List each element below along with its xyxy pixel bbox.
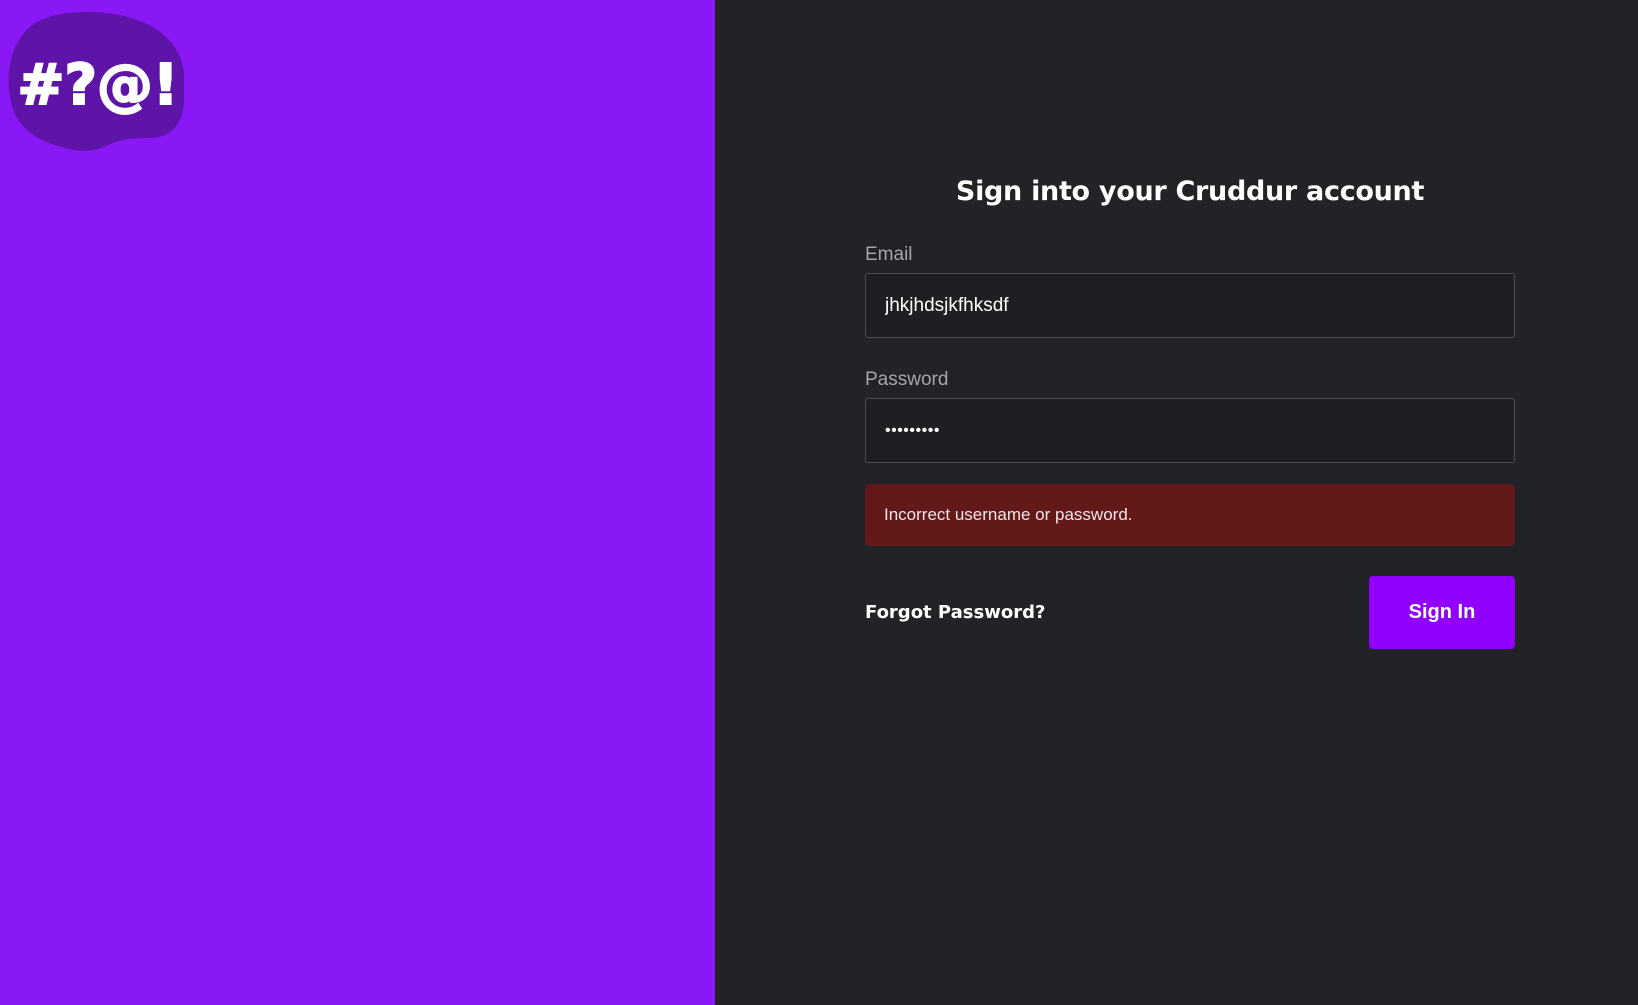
form-actions: Forgot Password? Sign In xyxy=(865,576,1515,649)
forgot-password-link[interactable]: Forgot Password? xyxy=(865,602,1045,623)
password-label: Password xyxy=(865,369,949,390)
signin-button[interactable]: Sign In xyxy=(1369,576,1515,649)
cruddur-logo: #?@! xyxy=(8,10,184,158)
logo-text: #?@! xyxy=(18,53,179,118)
brand-panel: #?@! xyxy=(0,0,715,1005)
error-alert: Incorrect username or password. xyxy=(865,484,1515,546)
signin-title: Sign into your Cruddur account xyxy=(955,176,1425,207)
signin-page: #?@! Sign into your Cruddur account Emai… xyxy=(0,0,1638,1005)
password-input[interactable] xyxy=(865,398,1515,463)
email-input[interactable] xyxy=(865,273,1515,338)
signin-form: Sign into your Cruddur account Email Pas… xyxy=(865,172,1515,649)
signin-panel: Sign into your Cruddur account Email Pas… xyxy=(715,0,1638,1005)
email-label: Email xyxy=(865,244,913,265)
speech-bubble-logo-icon: #?@! xyxy=(8,12,184,151)
